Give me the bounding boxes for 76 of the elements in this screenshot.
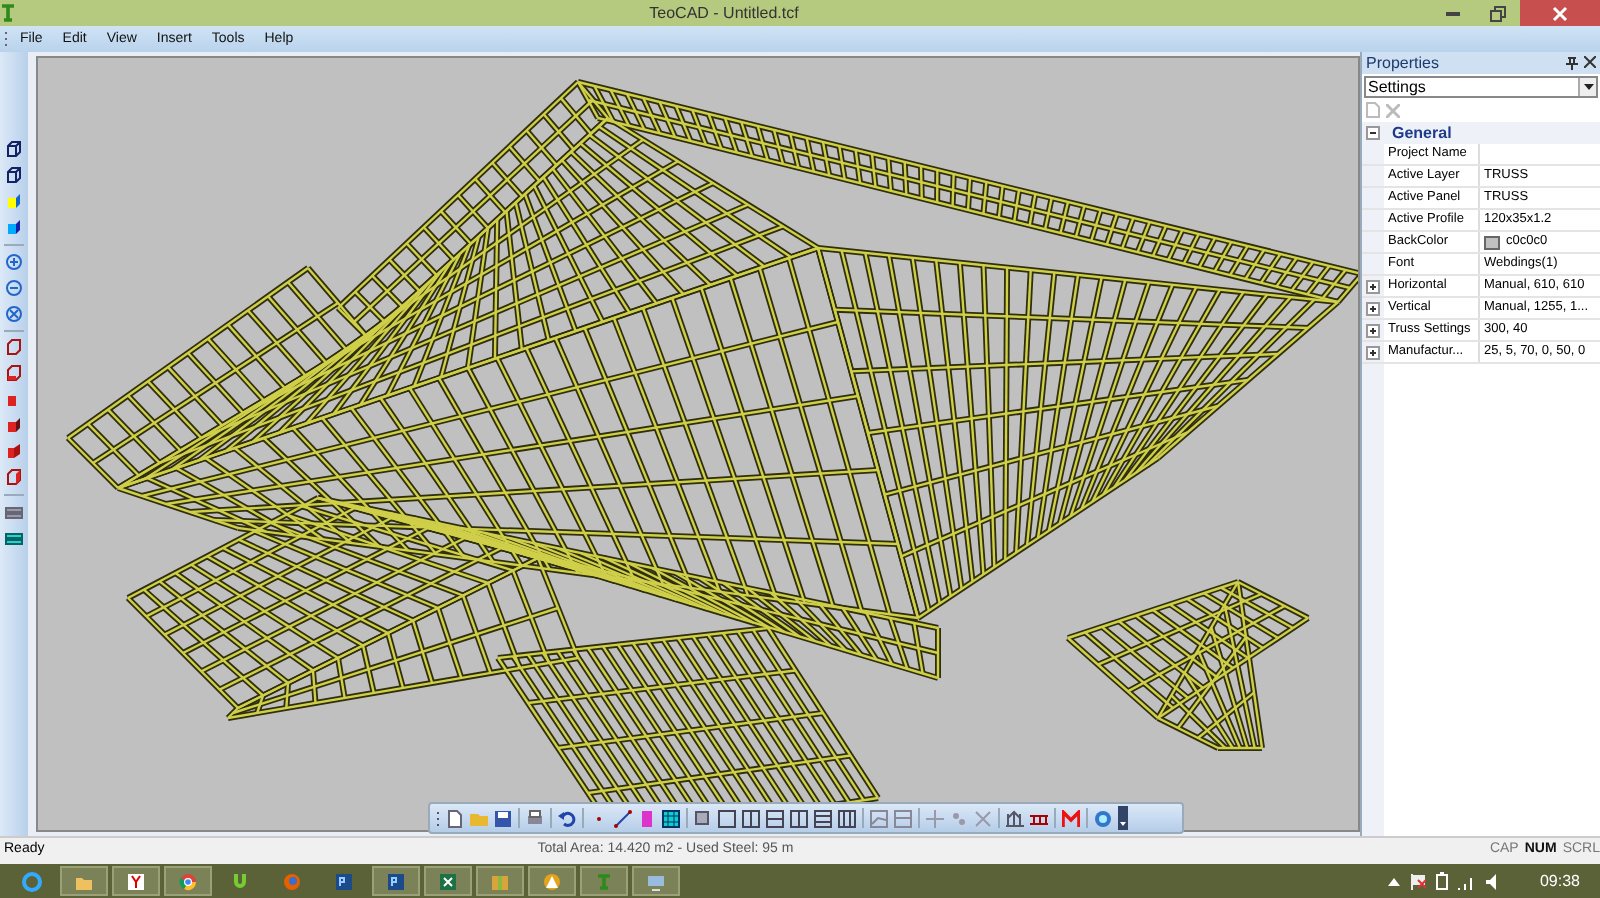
window-title: TeoCAD - Untitled.tcf [649, 5, 799, 21]
cube-icon[interactable] [4, 364, 24, 384]
tray-arrow-icon[interactable] [1387, 877, 1400, 885]
taskbar-button[interactable] [528, 866, 576, 896]
cube-icon[interactable] [4, 166, 24, 186]
taskbar-button[interactable] [112, 866, 160, 896]
zoom-in-icon[interactable] [4, 252, 24, 272]
cube-icon[interactable] [4, 338, 24, 358]
undo-icon[interactable] [558, 809, 576, 827]
clock-text[interactable]: 09:38 [1539, 869, 1580, 893]
truss-icon[interactable] [1006, 809, 1024, 827]
battery-icon[interactable] [1435, 872, 1448, 890]
close-icon[interactable] [1584, 56, 1596, 68]
printer-icon[interactable] [526, 809, 544, 827]
nodes-icon[interactable] [950, 809, 968, 827]
settings-dropdown[interactable]: Settings [1364, 76, 1598, 98]
archive-icon [490, 871, 510, 891]
window-icon[interactable] [694, 809, 712, 827]
truss-icon[interactable] [1030, 809, 1048, 827]
image-editor-icon [334, 871, 354, 891]
app-logo-icon [594, 871, 614, 891]
close-button[interactable] [1520, 0, 1600, 26]
expand-icon[interactable] [1366, 323, 1380, 337]
browser-icon [22, 871, 42, 891]
page-icon[interactable] [638, 809, 656, 827]
spreadsheet-icon [438, 871, 458, 891]
frame-icon[interactable] [718, 809, 736, 827]
app-logo-icon [0, 4, 16, 22]
cube-icon[interactable] [4, 416, 24, 436]
layers-icon[interactable] [4, 528, 24, 548]
triangle-icon [542, 871, 562, 891]
expand-icon[interactable] [1366, 301, 1380, 315]
save-icon[interactable] [494, 809, 512, 827]
frame-icon[interactable] [742, 809, 760, 827]
taskbar-button[interactable] [164, 866, 212, 896]
cube-icon[interactable] [4, 468, 24, 488]
cube-icon[interactable] [4, 218, 24, 238]
expand-icon[interactable] [1366, 279, 1380, 293]
frame-icon[interactable] [838, 809, 856, 827]
help-globe-icon[interactable] [1094, 809, 1112, 827]
taskbar-button[interactable] [424, 866, 472, 896]
zoom-fit-icon[interactable] [4, 304, 24, 324]
torrent-icon [230, 871, 250, 891]
m-logo-icon[interactable] [1062, 809, 1080, 827]
flag-icon[interactable] [1409, 873, 1426, 889]
signal-icon[interactable] [1457, 873, 1476, 889]
monitor-icon [646, 871, 666, 891]
pin-icon[interactable] [1566, 56, 1578, 70]
expand-icon[interactable] [1366, 345, 1380, 359]
frame-icon[interactable] [814, 809, 832, 827]
line-icon[interactable] [614, 809, 632, 827]
toolbar-options-icon[interactable] [1118, 806, 1128, 830]
cube-icon[interactable] [4, 140, 24, 160]
group-header: General [1392, 125, 1452, 141]
browser-icon [282, 871, 302, 891]
zoom-out-icon[interactable] [4, 278, 24, 298]
layers-icon[interactable] [4, 502, 24, 522]
minimize-icon [1446, 10, 1462, 16]
taskbar-button[interactable] [372, 866, 420, 896]
collapse-icon[interactable] [1366, 126, 1380, 140]
panel-title: Properties [1366, 55, 1439, 71]
browser-icon [126, 871, 146, 891]
frame-icon[interactable] [766, 809, 784, 827]
frame-icon[interactable] [790, 809, 808, 827]
restore-icon [1490, 5, 1506, 21]
chart-icon[interactable] [870, 809, 888, 827]
cube-icon[interactable] [4, 442, 24, 462]
speaker-icon[interactable] [1485, 873, 1502, 889]
new-file-icon[interactable] [446, 809, 464, 827]
image-editor-icon [386, 871, 406, 891]
close-icon [1552, 5, 1568, 21]
browser-icon [178, 871, 198, 891]
dropdown-caret-icon [1578, 78, 1596, 96]
grid-icon[interactable] [662, 809, 680, 827]
cube-icon[interactable] [4, 192, 24, 212]
chart-icon[interactable] [894, 809, 912, 827]
